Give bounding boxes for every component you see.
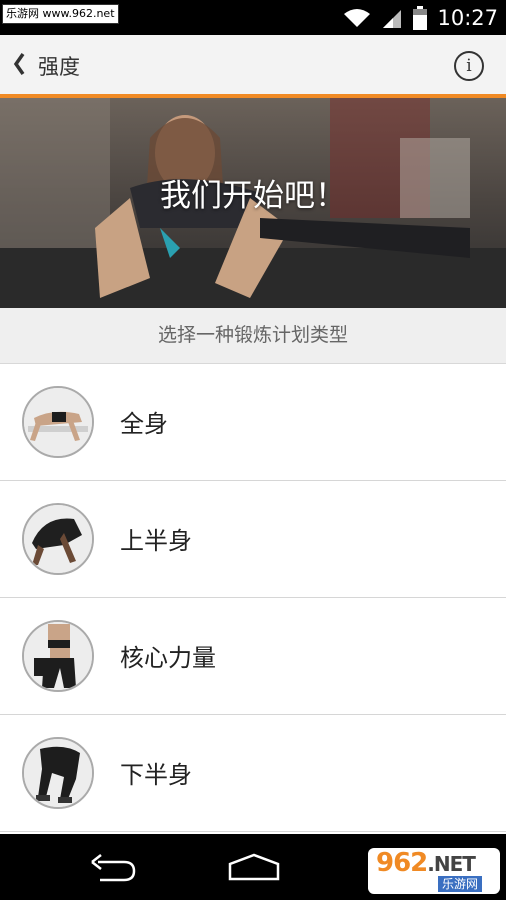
list-item-upper-body[interactable]: 上半身 [0,481,506,598]
home-icon [228,853,280,881]
workout-type-list: 全身 上半身 核心力量 下半身 [0,364,506,832]
back-button[interactable] [8,47,32,81]
section-header: 选择一种锻炼计划类型 [0,308,506,364]
battery-icon [413,5,428,30]
hero-title: 我们开始吧！ [160,178,346,214]
clock: 10:27 [437,5,498,30]
lower-body-thumbnail [22,737,94,809]
system-nav-bar: 962.NET 乐游网 [0,834,506,900]
section-subtitle: 选择一种锻炼计划类型 [157,324,348,346]
list-item-label: 上半身 [120,527,192,555]
full-body-thumbnail [22,386,94,458]
info-button[interactable]: i [454,51,484,81]
status-icons: 10:27 [343,0,498,35]
watermark: 乐游网 www.962.net [2,4,119,24]
upper-body-thumbnail [22,503,94,575]
watermark-logo: 962.NET 乐游网 [368,848,500,894]
list-item-label: 全身 [120,410,168,438]
list-item-lower-body[interactable]: 下半身 [0,715,506,832]
info-icon: i [466,56,472,76]
app-bar: 强度 i [0,35,506,98]
list-item-label: 核心力量 [120,644,216,672]
watermark-text: 乐游网 [438,876,483,892]
status-bar: 乐游网 www.962.net 10:27 [0,0,506,35]
watermark-number: 962.NET [376,848,476,878]
list-item-core-strength[interactable]: 核心力量 [0,598,506,715]
signal-icon [383,9,402,28]
wifi-icon [344,8,371,27]
page-title: 强度 [38,55,80,79]
list-item-full-body[interactable]: 全身 [0,364,506,481]
hero-banner: 我们开始吧！ [0,98,506,308]
nav-home-button[interactable] [227,852,281,882]
core-strength-thumbnail [22,620,94,692]
nav-back-button[interactable] [88,852,138,882]
back-arrow-icon [91,854,136,882]
chevron-left-icon [13,52,25,76]
list-item-label: 下半身 [120,761,192,789]
